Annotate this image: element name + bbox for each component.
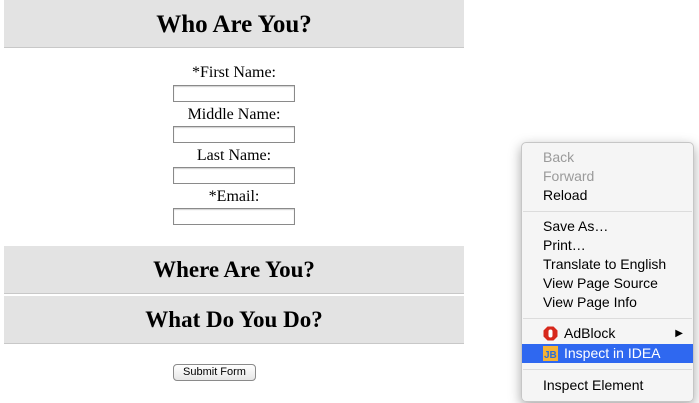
menu-item-inspect-element[interactable]: Inspect Element [522,376,693,395]
first-name-field[interactable] [173,85,295,102]
menu-item-print[interactable]: Print… [522,236,693,255]
middle-name-field[interactable] [173,126,295,143]
menu-item-back[interactable]: Back [522,148,693,167]
section-header-what[interactable]: What Do You Do? [4,296,464,344]
menu-separator [523,211,692,212]
middle-name-label: Middle Name: [187,106,281,123]
email-field[interactable] [173,208,295,225]
adblock-icon [543,326,558,341]
menu-item-translate[interactable]: Translate to English [522,255,693,274]
menu-item-view-source[interactable]: View Page Source [522,274,693,293]
last-name-field[interactable] [173,167,295,184]
submenu-arrow-icon: ▶ [675,328,683,339]
menu-item-save-as[interactable]: Save As… [522,217,693,236]
first-name-label: *First Name: [192,64,276,81]
menu-separator [523,369,692,370]
menu-item-reload[interactable]: Reload [522,186,693,205]
menu-item-adblock-label: AdBlock [564,325,616,341]
section-header-where[interactable]: Where Are You? [4,246,464,294]
menu-item-inspect-idea[interactable]: JB Inspect in IDEA [522,344,693,363]
section-header-who[interactable]: Who Are You? [4,0,464,48]
last-name-label: Last Name: [196,147,272,164]
svg-text:JB: JB [544,350,557,361]
context-menu: Back Forward Reload Save As… Print… Tran… [521,142,694,402]
jetbrains-icon: JB [543,346,558,361]
email-label: *Email: [208,188,260,205]
menu-item-adblock[interactable]: AdBlock ▶ [522,324,693,343]
menu-separator [523,318,692,319]
menu-item-forward[interactable]: Forward [522,167,693,186]
submit-form-button[interactable]: Submit Form [173,364,256,381]
menu-item-inspect-idea-label: Inspect in IDEA [564,345,661,361]
menu-item-view-info[interactable]: View Page Info [522,293,693,312]
